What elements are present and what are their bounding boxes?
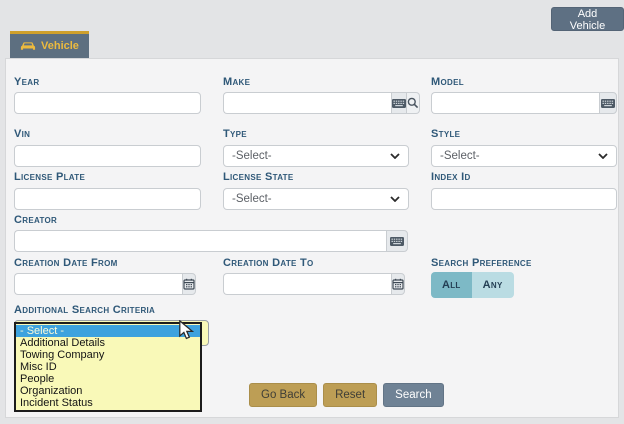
style-select[interactable]: -Select- — [431, 145, 617, 167]
creation-date-from-group — [14, 273, 168, 295]
footer-actions: Go Back Reset Search — [249, 383, 444, 407]
make-input[interactable] — [223, 92, 391, 114]
keyboard-button[interactable] — [599, 92, 617, 114]
creator-input-group — [14, 230, 408, 252]
license-state-select[interactable]: -Select- — [223, 188, 409, 210]
search-preference-toggle: All Any — [431, 272, 514, 298]
calendar-button[interactable] — [182, 273, 196, 295]
license-state-select-value: -Select- — [232, 193, 272, 205]
style-select-value: -Select- — [440, 150, 480, 162]
tab-vehicle-label: Vehicle — [41, 40, 79, 52]
creator-label: Creator — [14, 214, 57, 226]
make-input-group — [223, 92, 409, 114]
license-plate-input[interactable] — [14, 188, 201, 210]
tab-vehicle[interactable]: Vehicle — [10, 31, 89, 58]
reset-button[interactable]: Reset — [323, 383, 377, 407]
search-preference-all-button[interactable]: All — [431, 272, 472, 298]
vin-label: Vin — [14, 128, 30, 140]
creation-date-from-input[interactable] — [14, 273, 182, 295]
creation-date-to-group — [223, 273, 376, 295]
index-id-input[interactable] — [431, 188, 617, 210]
creation-date-to-input[interactable] — [223, 273, 391, 295]
keyboard-icon — [601, 99, 615, 108]
listbox-option-organization[interactable]: Organization — [16, 385, 200, 397]
add-vehicle-button[interactable]: Add Vehicle — [551, 7, 624, 31]
calendar-icon — [183, 278, 195, 290]
chevron-down-icon — [390, 196, 400, 202]
index-id-label: Index Id — [431, 171, 471, 183]
style-label: Style — [431, 128, 460, 140]
model-label: Model — [431, 76, 464, 88]
calendar-button[interactable] — [391, 273, 405, 295]
year-label: Year — [14, 76, 39, 88]
year-input[interactable] — [14, 92, 201, 114]
search-button[interactable]: Search — [383, 383, 443, 407]
creation-date-to-label: Creation Date To — [223, 257, 314, 269]
search-preference-label: Search Preference — [431, 257, 532, 269]
go-back-button[interactable]: Go Back — [249, 383, 317, 407]
creation-date-from-label: Creation Date From — [14, 257, 118, 269]
calendar-icon — [392, 278, 404, 290]
car-icon — [20, 41, 36, 52]
make-label: Make — [223, 76, 250, 88]
vin-input[interactable] — [14, 145, 201, 167]
search-icon — [407, 97, 419, 109]
model-input[interactable] — [431, 92, 599, 114]
creator-input[interactable] — [14, 230, 386, 252]
listbox-option-towing-company[interactable]: Towing Company — [16, 349, 200, 361]
type-select-value: -Select- — [232, 150, 272, 162]
chevron-down-icon — [390, 153, 400, 159]
listbox-option-incident-status[interactable]: Incident Status — [16, 397, 200, 409]
keyboard-icon — [390, 237, 404, 246]
make-search-button[interactable] — [407, 92, 420, 114]
additional-search-criteria-label: Additional Search Criteria — [14, 304, 155, 316]
search-preference-any-button[interactable]: Any — [472, 272, 514, 298]
keyboard-button[interactable] — [386, 230, 408, 252]
keyboard-icon — [392, 99, 406, 108]
additional-search-criteria-listbox: - Select - Additional Details Towing Com… — [14, 322, 202, 412]
listbox-option-people[interactable]: People — [16, 373, 200, 385]
listbox-option-additional-details[interactable]: Additional Details — [16, 337, 200, 349]
license-state-label: License State — [223, 171, 294, 183]
type-select[interactable]: -Select- — [223, 145, 409, 167]
chevron-down-icon — [598, 153, 608, 159]
license-plate-label: License Plate — [14, 171, 85, 183]
model-input-group — [431, 92, 617, 114]
keyboard-button[interactable] — [391, 92, 407, 114]
listbox-option-select[interactable]: - Select - — [16, 325, 200, 337]
search-form-panel: Year Make Model — [5, 58, 619, 418]
type-label: Type — [223, 128, 247, 140]
listbox-option-misc-id[interactable]: Misc ID — [16, 361, 200, 373]
vehicle-search-screen: Add Vehicle Vehicle Year Make — [0, 0, 624, 424]
